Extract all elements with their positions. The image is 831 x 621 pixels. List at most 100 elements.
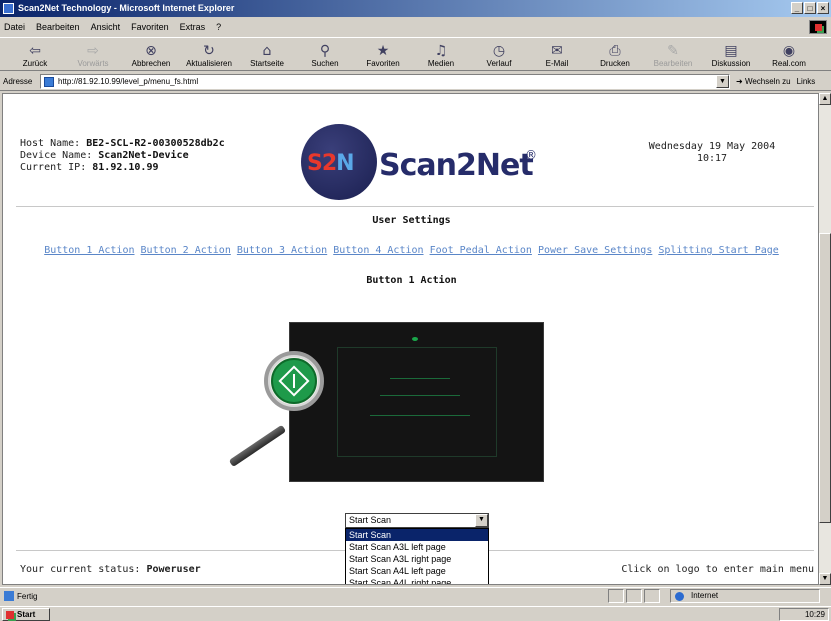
link-splitting-start-page[interactable]: Splitting Start Page	[658, 245, 778, 256]
link-button-2-action[interactable]: Button 2 Action	[141, 245, 231, 256]
dropdown-option[interactable]: Start Scan	[346, 529, 488, 541]
browser-window: Scan2Net Technology - Microsoft Internet…	[0, 0, 831, 606]
menu-help[interactable]: ?	[216, 22, 221, 32]
action-title: Button 1 Action	[366, 275, 457, 286]
security-zone: Internet	[670, 589, 820, 603]
search-icon: ⚲	[319, 43, 331, 59]
links-button[interactable]: Links	[797, 77, 816, 86]
action-dropdown-list: Start Scan Start Scan A3L left page Star…	[345, 528, 489, 584]
status-cell	[644, 589, 660, 603]
startseite-button[interactable]: ⌂ Startseite	[238, 38, 296, 70]
address-dropdown-icon[interactable]: ▼	[716, 75, 729, 88]
toolbar-button-label: Suchen	[311, 59, 339, 68]
drucken-button[interactable]: ⎙ Drucken	[586, 38, 644, 70]
divider-top	[16, 206, 814, 207]
medien-button[interactable]: ♫ Medien	[412, 38, 470, 70]
zur-ck-button[interactable]: ⇦ Zurück	[6, 38, 64, 70]
host-info: Host Name: BE2-SCL-R2-00300528db2c Devic…	[20, 138, 225, 174]
address-input[interactable]: http://81.92.10.99/level_p/menu_fs.html …	[40, 74, 730, 89]
go-button[interactable]: ➜ Wechseln zu	[736, 77, 791, 86]
home-icon: ⌂	[262, 43, 272, 59]
link-button-4-action[interactable]: Button 4 Action	[333, 245, 423, 256]
toolbar-button-label: Aktualisieren	[186, 59, 232, 68]
scroll-down-icon[interactable]: ▼	[819, 573, 831, 585]
chevron-down-icon[interactable]: ▼	[475, 514, 488, 527]
logo-mark-s2: S2	[307, 151, 337, 176]
menu-extras[interactable]: Extras	[180, 22, 206, 32]
print-icon: ⎙	[609, 43, 621, 59]
toolbar-button-label: Verlauf	[486, 59, 512, 68]
close-icon[interactable]: ×	[817, 2, 829, 14]
device-guide-line	[390, 378, 450, 379]
toolbar: ⇦ Zurück ⇨ Vorwärts ⊗ Abbrechen ↻ Aktualisieren…	[0, 37, 831, 71]
favoriten-button[interactable]: ★ Favoriten	[354, 38, 412, 70]
action-select[interactable]: Start Scan ▼	[345, 513, 489, 528]
dropdown-option[interactable]: Start Scan A4L left page	[346, 565, 488, 577]
address-url: http://81.92.10.99/level_p/menu_fs.html	[58, 77, 199, 86]
abbrechen-button[interactable]: ⊗ Abbrechen	[122, 38, 180, 70]
suchen-button[interactable]: ⚲ Suchen	[296, 38, 354, 70]
time: 10:17	[696, 153, 728, 164]
windows-flag-icon	[809, 20, 827, 34]
diskussion-button[interactable]: ▤ Diskussion	[702, 38, 760, 70]
status-cell	[608, 589, 624, 603]
logo-mark: S2N	[307, 151, 355, 176]
maximize-icon[interactable]: □	[804, 2, 816, 14]
menu-datei[interactable]: Datei	[4, 22, 25, 32]
menu-bar: Datei Bearbeiten Ansicht Favoriten Extra…	[0, 19, 831, 35]
media-icon: ♫	[434, 43, 448, 59]
host-value: BE2-SCL-R2-00300528db2c	[86, 138, 225, 149]
dropdown-option[interactable]: Start Scan A3L right page	[346, 553, 488, 565]
action-select-value: Start Scan	[349, 515, 392, 525]
scroll-thumb[interactable]	[819, 233, 831, 523]
link-foot-pedal-action[interactable]: Foot Pedal Action	[430, 245, 532, 256]
realcom-icon: ◉	[782, 43, 796, 59]
go-label: Wechseln zu	[744, 77, 791, 86]
dropdown-option[interactable]: Start Scan A4L right page	[346, 577, 488, 584]
date: Wednesday 19 May 2004	[648, 141, 776, 152]
toolbar-button-label: Favoriten	[366, 59, 400, 68]
address-label: Adresse	[3, 77, 33, 86]
discuss-icon: ▤	[724, 43, 738, 59]
menu-ansicht[interactable]: Ansicht	[91, 22, 121, 32]
vorw-rts-button[interactable]: ⇨ Vorwärts	[64, 38, 122, 70]
device-label: Device Name:	[20, 150, 93, 161]
status-cell	[626, 589, 642, 603]
title-bar: Scan2Net Technology - Microsoft Internet…	[0, 0, 831, 17]
bearbeiten-button[interactable]: ✎ Bearbeiten	[644, 38, 702, 70]
link-power-save-settings[interactable]: Power Save Settings	[538, 245, 652, 256]
toolbar-button-label: Medien	[427, 59, 455, 68]
system-tray: 10:29	[779, 608, 829, 621]
verlauf-button[interactable]: ◷ Verlauf	[470, 38, 528, 70]
dropdown-option[interactable]: Start Scan A3L left page	[346, 541, 488, 553]
e-mail-button[interactable]: ✉ E-Mail	[528, 38, 586, 70]
scan2net-logo[interactable]: S2N Scan2Net ®	[301, 124, 541, 202]
user-status: Your current status: Poweruser	[20, 564, 201, 575]
forward-arrow-icon: ⇨	[87, 43, 99, 59]
logo-hint: Click on logo to enter main menu	[621, 564, 814, 575]
device-guide-line	[370, 415, 470, 416]
page-done-icon	[4, 591, 14, 601]
toolbar-button-label: Vorwärts	[77, 59, 109, 68]
link-button-3-action[interactable]: Button 3 Action	[237, 245, 327, 256]
page-content: Host Name: BE2-SCL-R2-00300528db2c Devic…	[2, 93, 819, 585]
status-bar: Fertig Internet	[0, 587, 831, 604]
history-icon: ◷	[492, 43, 506, 59]
ie-icon	[3, 3, 14, 14]
vertical-scrollbar[interactable]: ▲ ▼	[819, 93, 831, 585]
logo-word: Scan2Net	[379, 148, 534, 183]
real-com-button[interactable]: ◉ Real.com	[760, 38, 818, 70]
scroll-up-icon[interactable]: ▲	[819, 93, 831, 105]
device-indicator-led	[412, 337, 418, 341]
menu-bearbeiten[interactable]: Bearbeiten	[36, 22, 80, 32]
link-button-1-action[interactable]: Button 1 Action	[44, 245, 134, 256]
menu-favoriten[interactable]: Favoriten	[131, 22, 169, 32]
ip-value: 81.92.10.99	[92, 162, 159, 173]
aktualisieren-button[interactable]: ↻ Aktualisieren	[180, 38, 238, 70]
ip-label: Current IP:	[20, 162, 87, 173]
logo-registered: ®	[525, 148, 537, 162]
start-button[interactable]: Start	[2, 608, 50, 621]
host-label: Host Name:	[20, 138, 81, 149]
tray-clock: 10:29	[804, 610, 825, 619]
minimize-icon[interactable]: _	[791, 2, 803, 14]
